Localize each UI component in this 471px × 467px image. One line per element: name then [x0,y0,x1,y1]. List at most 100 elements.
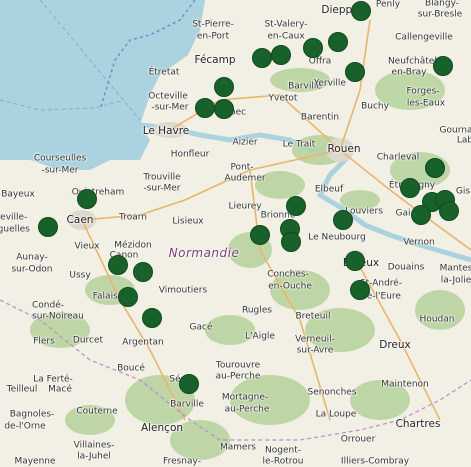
map-canvas[interactable]: Dieppe Penly Blangy-sur-Bresle St-Valery-en… [0,0,471,467]
map-marker[interactable] [351,1,371,21]
place-label-gourna: Gourna [439,125,471,136]
map-marker[interactable] [303,38,323,58]
map-marker[interactable] [252,48,272,68]
place-label-st-pierre: St-Pierre- [192,19,234,30]
place-label-douains: Douains [387,262,425,273]
place-label-barentin: Barentin [300,112,340,123]
place-label-alencon: Alençon [140,421,184,434]
place-label-senonches: Senonches [307,387,357,398]
place-label-mamers: Mamers [220,442,256,453]
place-label-sur-mer2: -sur-Mer [41,165,79,176]
place-label-argentan: Argentan [122,337,164,348]
place-label-conde: Condé- [32,300,64,311]
place-label-tourouvre: Tourouvre [215,360,261,371]
map-marker[interactable] [328,32,348,52]
map-marker[interactable] [271,45,291,65]
map-marker[interactable] [281,232,301,252]
place-label-ouilly: rguelles [0,224,30,235]
map-marker[interactable] [108,255,128,275]
map-marker[interactable] [142,308,162,328]
map-marker[interactable] [250,225,270,245]
place-label-nogent: Nogent- [265,445,301,456]
place-label-orrouer: Orrouer [340,434,376,445]
map-marker[interactable] [77,189,97,209]
place-label-sur-mer: -sur-Mer [151,102,189,113]
map-marker[interactable] [333,210,353,230]
place-label-elbeuf: Elbeuf [314,184,344,195]
place-label-sur-mer3: -sur-Mer [143,183,181,194]
place-label-vimoutiers: Vimoutiers [158,285,208,296]
place-label-penly: Penly [375,0,401,10]
map-marker[interactable] [400,178,420,198]
place-label-la-ferte: La Ferté- [33,374,73,385]
place-label-en-port: en-Port [196,31,230,42]
place-label-bayeux: Bayeux [1,189,35,200]
place-label-buchy: Buchy [361,101,389,112]
place-label-illiers: Illiers-Combray [340,456,410,467]
place-label-dreux: Dreux [379,338,411,351]
place-label-aunay: Aunay- [16,252,48,263]
map-marker[interactable] [118,287,138,307]
place-label-en-caux: en-Caux [267,31,305,42]
place-label-teilleul: Teilleul [6,384,38,395]
place-label-maintenon: Maintenon [381,379,429,390]
place-label-courseulles: Courseulles [33,153,87,164]
place-label-vernon: Vernon [403,237,435,248]
place-label-etretat: Étretat [148,67,180,78]
place-label-bagnoles: Bagnoles- [9,409,55,420]
place-label-yerville: Yerville [314,78,346,89]
place-label-couterne: Couterne [76,406,118,417]
place-label-villaines: Villaines- [73,440,115,451]
place-label-de-l-orne: de-l'Orne [4,421,46,432]
place-label-la-jolie: la-Jolie [440,275,471,286]
map-marker[interactable] [411,205,431,225]
place-label-offranville: Offra [308,56,332,67]
place-label-rouen: Rouen [327,142,361,155]
map-marker[interactable] [433,56,453,76]
place-label-lieurey: Lieurey [228,201,262,212]
map-marker[interactable] [214,99,234,119]
map-marker[interactable] [179,374,199,394]
region-label: Normandie [168,246,240,260]
place-label-ussy: Ussy [69,270,91,281]
map-marker[interactable] [38,217,58,237]
map-marker[interactable] [425,158,445,178]
place-label-fresnay: Fresnay- [163,456,201,467]
place-label-flers: Flers [33,336,55,347]
place-label-fecamp: Fécamp [194,53,236,66]
place-label-mayenne: Mayenne [14,456,56,467]
place-label-sur-odon: sur-Odon [11,264,53,275]
place-label-sur-avre: sur-Avre [296,345,334,356]
place-label-gace: Gacé [189,322,213,333]
map-marker[interactable] [439,201,459,221]
map-marker[interactable] [345,251,365,271]
place-label-charleval: Charleval [376,152,420,163]
place-label-caen: Caen [66,213,94,226]
place-label-le-trait: Le Trait [282,139,316,150]
place-label-mezidon: Mézidon [114,240,152,251]
place-label-creully: reville- [0,212,28,223]
map-marker[interactable] [286,196,306,216]
map-marker[interactable] [350,280,370,300]
place-label-pont: Pont- [230,162,254,173]
place-label-rugles: Rugles [242,305,272,316]
map-marker[interactable] [195,98,215,118]
sea-area [0,0,205,170]
place-label-en-ouche: en-Ouche [268,281,312,292]
place-label-mortagne: Mortagne- [221,392,269,403]
map-marker[interactable] [214,77,234,97]
place-label-le-neubourg: Le Neubourg [308,232,366,243]
place-label-mantes: Mantes [439,263,471,274]
place-label-au-perche2: au-Perche [224,404,270,415]
place-label-sur-bresle: sur-Bresle [417,9,463,20]
place-label-le-havre: Le Havre [142,124,190,137]
place-label-houdan: Houdan [419,314,455,325]
place-label-bouce: Boucé [117,363,145,374]
place-label-forges: Forges- [406,86,440,97]
place-label-conches: Conches- [267,269,309,280]
map-marker[interactable] [345,62,365,82]
map-marker[interactable] [133,262,153,282]
place-label-octeville: Octeville [148,91,188,102]
place-label-trouville: Trouville [143,172,181,183]
place-label-les-eaux: les-Eaux [406,98,446,109]
